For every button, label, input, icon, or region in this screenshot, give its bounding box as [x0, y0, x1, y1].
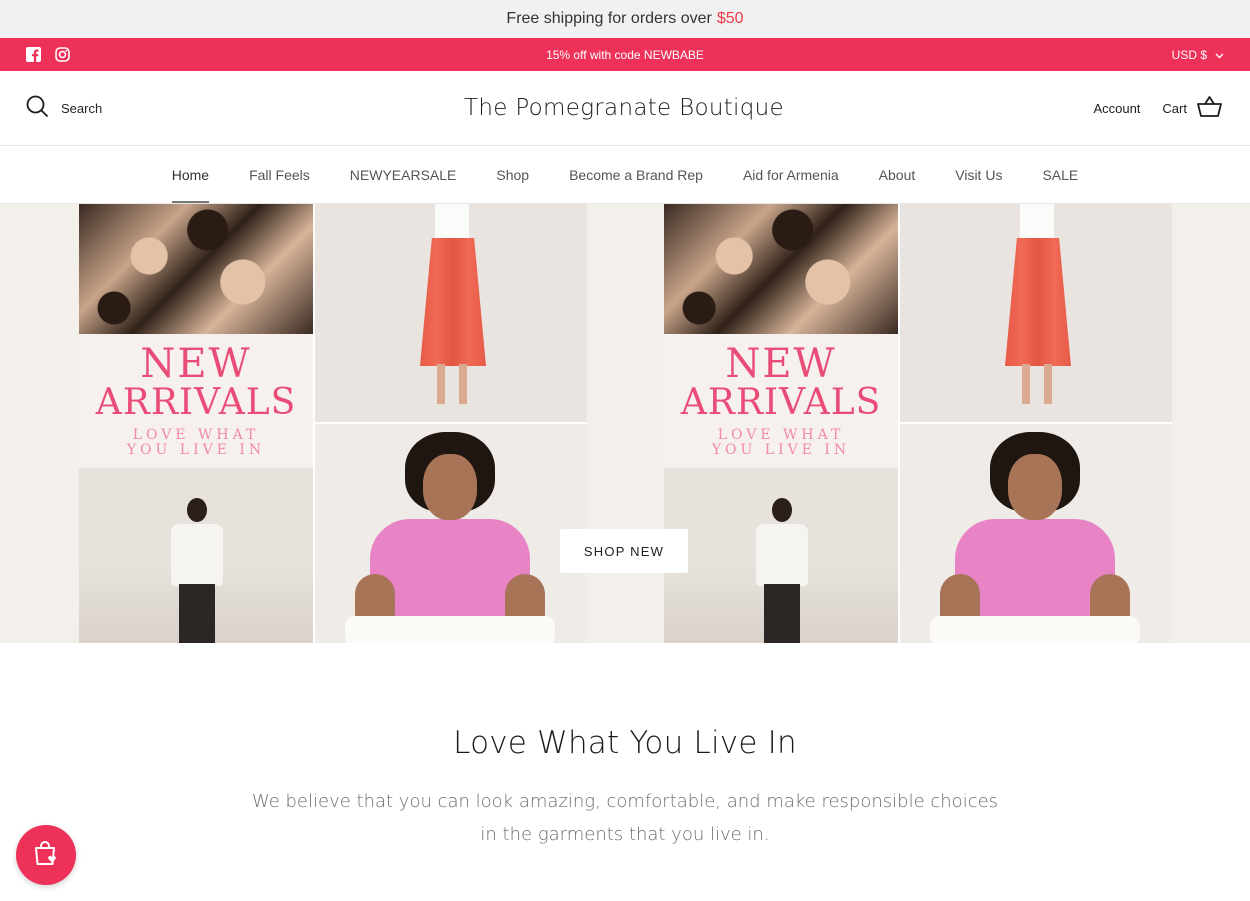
headline-arrivals: ARRIVALS [95, 381, 297, 423]
currency-selector[interactable]: USD $ [1104, 48, 1224, 62]
account-link[interactable]: Account [1093, 101, 1140, 116]
intro-body: We believe that you can look amazing, co… [251, 791, 999, 845]
header-actions: Account Cart [1022, 95, 1222, 121]
pink-top-photo [900, 424, 1172, 643]
headline-tagline-1: LOVE WHAT [132, 426, 260, 443]
hero-collage-repeat: NEW ARRIVALS LOVE WHAT YOU LIVE IN [664, 204, 1172, 643]
nav-item-about[interactable]: About [859, 146, 936, 203]
basket-icon [1197, 95, 1222, 121]
promo-bar: 15% off with code NEWBABE USD $ [0, 38, 1250, 71]
search-button[interactable]: Search [26, 95, 226, 121]
cart-label: Cart [1162, 100, 1187, 116]
pink-top-photo [315, 424, 587, 643]
chevron-down-icon [1215, 48, 1224, 62]
headline-arrivals: ARRIVALS [680, 381, 882, 423]
nav-item-home[interactable]: Home [152, 146, 229, 203]
site-header: Search The Pomegranate Boutique Account … [0, 71, 1250, 146]
search-label: Search [61, 100, 103, 116]
nav-item-sale[interactable]: SALE [1022, 146, 1098, 203]
shop-app-button[interactable] [16, 825, 76, 885]
headline-new: NEW [725, 340, 837, 387]
main-navigation: Home Fall Feels NEWYEARSALE Shop Become … [0, 146, 1250, 204]
white-blazer-photo [79, 468, 313, 643]
nav-item-shop[interactable]: Shop [476, 146, 549, 203]
new-arrivals-graphic: NEW ARRIVALS LOVE WHAT YOU LIVE IN [79, 334, 313, 468]
new-arrivals-graphic: NEW ARRIVALS LOVE WHAT YOU LIVE IN [664, 334, 898, 468]
collage-left-column: NEW ARRIVALS LOVE WHAT YOU LIVE IN [664, 204, 898, 643]
instagram-icon[interactable] [55, 47, 70, 62]
headline-tagline-1: LOVE WHAT [717, 426, 845, 443]
headline-new: NEW [140, 340, 252, 387]
nav-item-visit-us[interactable]: Visit Us [935, 146, 1022, 203]
store-logo[interactable]: The Pomegranate Boutique [464, 95, 784, 121]
nav-item-brand-rep[interactable]: Become a Brand Rep [549, 146, 723, 203]
hero-banner: NEW ARRIVALS LOVE WHAT YOU LIVE IN NEW A… [0, 204, 1250, 643]
search-icon [26, 95, 49, 121]
nav-item-fall-feels[interactable]: Fall Feels [229, 146, 330, 203]
shipping-text: Free shipping for orders over [506, 10, 712, 27]
shipping-amount: $50 [716, 10, 744, 27]
shopping-bag-heart-icon [31, 838, 61, 873]
red-skirt-photo [900, 204, 1172, 422]
shipping-announcement: Free shipping for orders over $50 [0, 0, 1250, 38]
red-skirt-photo [315, 204, 587, 422]
promo-code-text: 15% off with code NEWBABE [546, 47, 704, 62]
hero-collage: NEW ARRIVALS LOVE WHAT YOU LIVE IN [79, 204, 587, 643]
nav-item-aid-armenia[interactable]: Aid for Armenia [723, 146, 859, 203]
currency-label: USD $ [1171, 47, 1207, 62]
printed-blouse-photo [79, 204, 313, 334]
printed-blouse-photo [664, 204, 898, 334]
collage-left-column: NEW ARRIVALS LOVE WHAT YOU LIVE IN [79, 204, 313, 643]
social-links [26, 47, 146, 62]
nav-item-newyearsale[interactable]: NEWYEARSALE [330, 146, 477, 203]
white-blazer-photo [664, 468, 898, 643]
intro-section: Love What You Live In We believe that yo… [0, 643, 1250, 851]
intro-title: Love What You Live In [453, 725, 797, 761]
facebook-icon[interactable] [26, 47, 41, 62]
headline-tagline-2: YOU LIVE IN [711, 441, 851, 458]
cart-button[interactable]: Cart [1162, 95, 1222, 121]
shop-new-button[interactable]: SHOP NEW [560, 529, 688, 573]
headline-tagline-2: YOU LIVE IN [126, 441, 266, 458]
